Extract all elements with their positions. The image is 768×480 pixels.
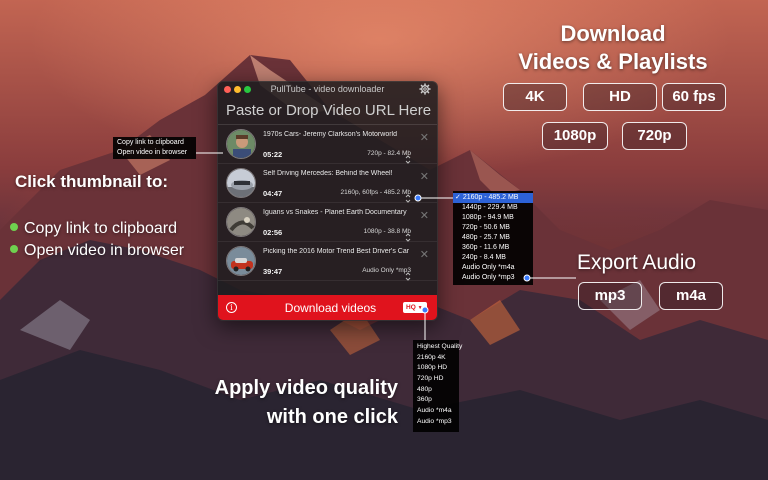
video-thumbnail[interactable] (226, 207, 256, 237)
menu-item-copy-link[interactable]: Copy link to clipboard (117, 138, 192, 148)
bullet-dot-icon (10, 223, 18, 231)
preset-option[interactable]: 720p HD (413, 374, 459, 385)
video-title: 1970s Cars- Jeremy Clarkson's Motorworld (263, 131, 397, 138)
format-dropdown: ✓ 2160p - 485.2 MB 1440p - 229.4 MB 1080… (453, 191, 533, 285)
video-row: Self Driving Mercedes: Behind the Wheel!… (218, 164, 437, 203)
feature-bullets: Copy link to clipboard Open video in bro… (10, 220, 184, 264)
close-icon[interactable]: ✕ (420, 133, 429, 144)
badge-m4a: m4a (659, 282, 723, 310)
video-duration: 04:47 (263, 189, 283, 198)
bullet-item: Open video in browser (10, 242, 184, 264)
video-thumbnail[interactable] (226, 129, 256, 159)
format-option[interactable]: Audio Only *mp3 (453, 273, 533, 283)
video-format[interactable]: 1080p - 38.8 Mb (364, 228, 411, 235)
bullet-dot-icon (10, 245, 18, 253)
video-row: 1970s Cars- Jeremy Clarkson's Motorworld… (218, 125, 437, 164)
video-row: Iguans vs Snakes - Planet Earth Document… (218, 203, 437, 242)
format-option[interactable]: 1080p - 94.9 MB (453, 213, 533, 223)
quality-preset-select[interactable]: HQ ▼ (403, 302, 427, 313)
preset-option[interactable]: 480p (413, 385, 459, 396)
badge-4k: 4K (503, 83, 567, 111)
preset-option[interactable]: Audio *m4a (413, 406, 459, 417)
preset-option[interactable]: 360p (413, 395, 459, 406)
thumbnail-context-menu: Copy link to clipboard Open video in bro… (113, 137, 196, 159)
close-icon[interactable]: ✕ (420, 211, 429, 222)
format-option[interactable]: Audio Only *m4a (453, 263, 533, 273)
quality-preset-value: HQ (406, 304, 416, 311)
badge-1080p: 1080p (542, 122, 608, 150)
video-thumbnail[interactable] (226, 168, 256, 198)
format-option[interactable]: 240p - 8.4 MB (453, 253, 533, 263)
video-duration: 39:47 (263, 267, 283, 276)
close-icon[interactable]: ✕ (420, 172, 429, 183)
bullet-item: Copy link to clipboard (10, 220, 184, 242)
url-input[interactable] (218, 97, 437, 125)
title-bar: PullTube - video downloader (218, 82, 437, 97)
badge-mp3: mp3 (578, 282, 642, 310)
format-option[interactable]: ✓ 2160p - 485.2 MB (453, 193, 533, 203)
badge-720p: 720p (622, 122, 687, 150)
format-option[interactable]: 1440p - 229.4 MB (453, 203, 533, 213)
video-duration: 02:56 (263, 228, 283, 237)
download-bar: i Download videos HQ ▼ (218, 295, 437, 320)
app-window: PullTube - video downloader 1970s Cars- … (217, 81, 438, 321)
badge-60fps: 60 fps (662, 83, 726, 111)
video-title: Picking the 2016 Motor Trend Best Driver… (263, 248, 410, 255)
video-duration: 05:22 (263, 150, 283, 159)
checkmark-icon: ✓ (455, 194, 461, 201)
preset-option[interactable]: 2160p 4K (413, 353, 459, 364)
download-heading: Download Videos & Playlists (518, 21, 708, 74)
quality-preset-dropdown: Highest Quality 2160p 4K 1080p HD 720p H… (413, 340, 462, 432)
format-option[interactable]: 720p - 50.6 MB (453, 223, 533, 233)
preset-option[interactable]: Highest Quality (413, 342, 462, 353)
close-icon[interactable]: ✕ (420, 250, 429, 261)
format-option[interactable]: 360p - 11.6 MB (453, 243, 533, 253)
gear-icon[interactable] (419, 83, 431, 95)
window-title: PullTube - video downloader (270, 84, 385, 94)
export-audio-heading: Export Audio (577, 251, 697, 274)
video-format[interactable]: 2160p, 60fps - 485.2 Mb (341, 189, 411, 196)
video-thumbnail[interactable] (226, 246, 256, 276)
badge-hd: HD (583, 83, 657, 111)
video-format[interactable]: 720p - 82.4 Mb (367, 150, 411, 157)
video-title: Self Driving Mercedes: Behind the Wheel! (263, 170, 393, 177)
format-option[interactable]: 480p - 25.7 MB (453, 233, 533, 243)
click-thumbnail-heading: Click thumbnail to: (15, 172, 168, 191)
video-row: Picking the 2016 Motor Trend Best Driver… (218, 242, 437, 281)
apply-quality-heading: Apply video quality with one click (214, 377, 398, 428)
video-title: Iguans vs Snakes - Planet Earth Document… (263, 209, 407, 216)
video-format[interactable]: Audio Only *mp3 (362, 267, 411, 274)
menu-item-open-browser[interactable]: Open video in browser (117, 148, 192, 158)
preset-option[interactable]: Audio *mp3 (413, 417, 459, 428)
preset-option[interactable]: 1080p HD (413, 363, 459, 374)
chevron-down-icon: ▼ (417, 305, 423, 311)
video-list: 1970s Cars- Jeremy Clarkson's Motorworld… (218, 125, 437, 281)
